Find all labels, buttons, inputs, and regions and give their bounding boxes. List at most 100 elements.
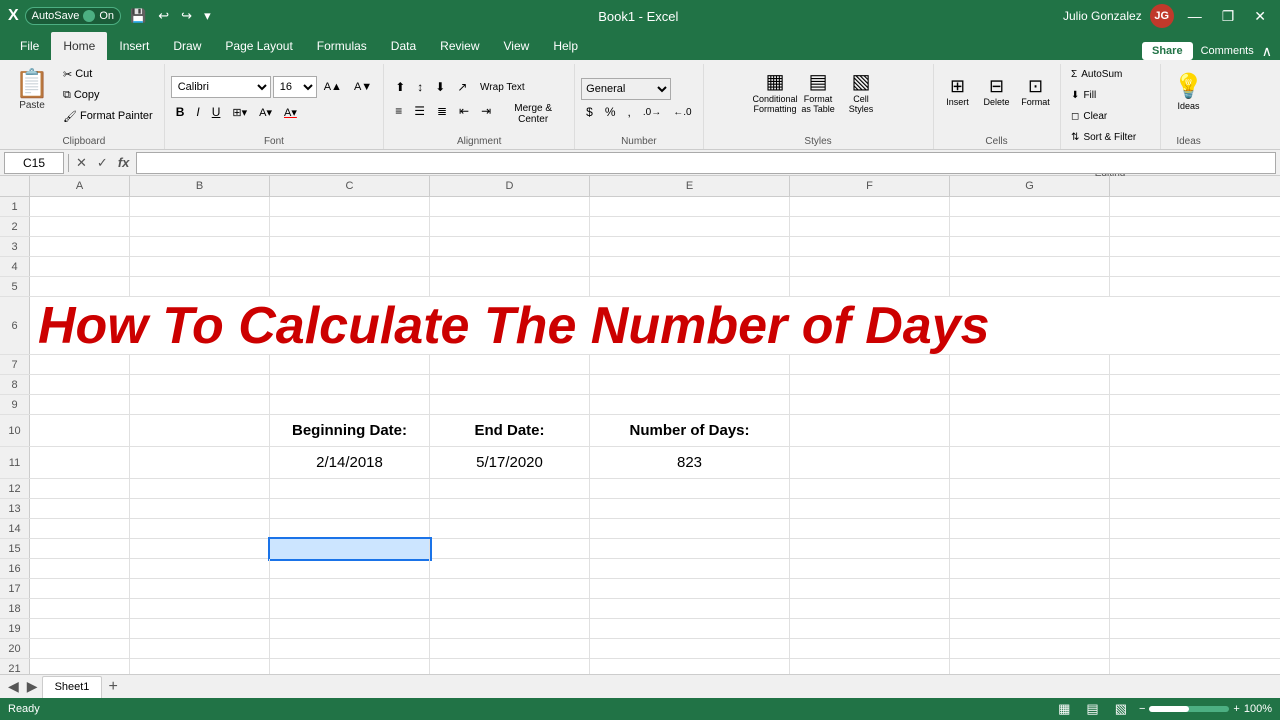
insert-button[interactable]: ⊞ Insert: [940, 64, 976, 119]
row-num-12[interactable]: 12: [0, 479, 30, 498]
cell-a12[interactable]: [30, 479, 130, 499]
cell-f2[interactable]: [790, 217, 950, 237]
row-num-8[interactable]: 8: [0, 375, 30, 394]
cell-g1[interactable]: [950, 197, 1110, 217]
cell-g5[interactable]: [950, 277, 1110, 297]
row-num-4[interactable]: 4: [0, 257, 30, 276]
col-header-g[interactable]: G: [950, 176, 1110, 196]
increase-indent-button[interactable]: ⇥: [476, 101, 496, 121]
cell-b13[interactable]: [130, 499, 270, 519]
italic-button[interactable]: I: [191, 102, 204, 122]
tab-view[interactable]: View: [492, 32, 542, 60]
align-left-button[interactable]: ≡: [390, 101, 407, 121]
cell-d21[interactable]: [430, 659, 590, 674]
insert-function-button[interactable]: fx: [115, 155, 133, 170]
cell-end-date-header[interactable]: End Date:: [430, 415, 590, 446]
decrease-font-button[interactable]: A▼: [349, 77, 377, 97]
cell-a4[interactable]: [30, 257, 130, 277]
increase-decimal-button[interactable]: .0→: [638, 102, 666, 122]
font-color-button[interactable]: A▾: [279, 102, 302, 122]
cell-e16[interactable]: [590, 559, 790, 579]
currency-button[interactable]: $: [581, 102, 598, 122]
cell-c1[interactable]: [270, 197, 430, 217]
cell-a21[interactable]: [30, 659, 130, 674]
cell-c4[interactable]: [270, 257, 430, 277]
cell-f3[interactable]: [790, 237, 950, 257]
cell-c16[interactable]: [270, 559, 430, 579]
autosum-button[interactable]: Σ AutoSum: [1070, 64, 1150, 84]
cell-number-of-days-header[interactable]: Number of Days:: [590, 415, 790, 446]
bold-button[interactable]: B: [171, 102, 190, 122]
cell-e8[interactable]: [590, 375, 790, 395]
cell-a3[interactable]: [30, 237, 130, 257]
cell-d3[interactable]: [430, 237, 590, 257]
comma-button[interactable]: ,: [623, 102, 636, 122]
cell-a13[interactable]: [30, 499, 130, 519]
cell-b10[interactable]: [130, 415, 270, 446]
cell-c9[interactable]: [270, 395, 430, 415]
cell-f20[interactable]: [790, 639, 950, 659]
col-header-b[interactable]: B: [130, 176, 270, 196]
align-middle-button[interactable]: ↕: [412, 77, 428, 97]
col-header-a[interactable]: A: [30, 176, 130, 196]
row-num-16[interactable]: 16: [0, 559, 30, 578]
normal-view-icon[interactable]: ▦: [1054, 699, 1074, 719]
cell-d20[interactable]: [430, 639, 590, 659]
redo-icon[interactable]: ↪: [178, 6, 195, 26]
cell-g14[interactable]: [950, 519, 1110, 539]
cell-f4[interactable]: [790, 257, 950, 277]
zoom-slider[interactable]: [1149, 706, 1229, 712]
share-button[interactable]: Share: [1142, 42, 1193, 60]
row-num-2[interactable]: 2: [0, 217, 30, 236]
cell-b3[interactable]: [130, 237, 270, 257]
cell-e15[interactable]: [590, 539, 790, 559]
cell-d5[interactable]: [430, 277, 590, 297]
cell-c2[interactable]: [270, 217, 430, 237]
cell-beginning-date-value[interactable]: 2/14/2018: [270, 447, 430, 478]
cell-a1[interactable]: [30, 197, 130, 217]
cell-e19[interactable]: [590, 619, 790, 639]
cell-end-date-value[interactable]: 5/17/2020: [430, 447, 590, 478]
row-num-1[interactable]: 1: [0, 197, 30, 216]
cell-f12[interactable]: [790, 479, 950, 499]
cell-d15[interactable]: [430, 539, 590, 559]
cell-f11[interactable]: [790, 447, 950, 478]
cell-e13[interactable]: [590, 499, 790, 519]
cell-d7[interactable]: [430, 355, 590, 375]
ribbon-collapse-icon[interactable]: ∧: [1262, 43, 1272, 60]
cell-b19[interactable]: [130, 619, 270, 639]
number-format-select[interactable]: General: [581, 78, 671, 100]
row-num-17[interactable]: 17: [0, 579, 30, 598]
cell-g18[interactable]: [950, 599, 1110, 619]
cell-f10[interactable]: [790, 415, 950, 446]
cell-c12[interactable]: [270, 479, 430, 499]
cell-g3[interactable]: [950, 237, 1110, 257]
cell-g13[interactable]: [950, 499, 1110, 519]
cell-g7[interactable]: [950, 355, 1110, 375]
cell-a18[interactable]: [30, 599, 130, 619]
cell-a11[interactable]: [30, 447, 130, 478]
col-header-f[interactable]: F: [790, 176, 950, 196]
delete-button[interactable]: ⊟ Delete: [979, 64, 1015, 119]
cell-e4[interactable]: [590, 257, 790, 277]
cell-a17[interactable]: [30, 579, 130, 599]
align-right-button[interactable]: ≣: [432, 101, 452, 121]
row-num-5[interactable]: 5: [0, 277, 30, 296]
orientation-button[interactable]: ↗: [452, 77, 472, 97]
cell-a16[interactable]: [30, 559, 130, 579]
align-center-button[interactable]: ☰: [409, 101, 430, 121]
underline-button[interactable]: U: [207, 102, 226, 122]
cell-a19[interactable]: [30, 619, 130, 639]
cell-b21[interactable]: [130, 659, 270, 674]
cell-f1[interactable]: [790, 197, 950, 217]
cell-a2[interactable]: [30, 217, 130, 237]
formula-input[interactable]: [136, 152, 1276, 174]
cell-e9[interactable]: [590, 395, 790, 415]
format-painter-button[interactable]: 🖌 Format Painter: [58, 106, 158, 126]
cell-f15[interactable]: [790, 539, 950, 559]
row-num-6[interactable]: 6: [0, 297, 30, 354]
cell-c14[interactable]: [270, 519, 430, 539]
cell-b16[interactable]: [130, 559, 270, 579]
cell-d13[interactable]: [430, 499, 590, 519]
col-header-c[interactable]: C: [270, 176, 430, 196]
